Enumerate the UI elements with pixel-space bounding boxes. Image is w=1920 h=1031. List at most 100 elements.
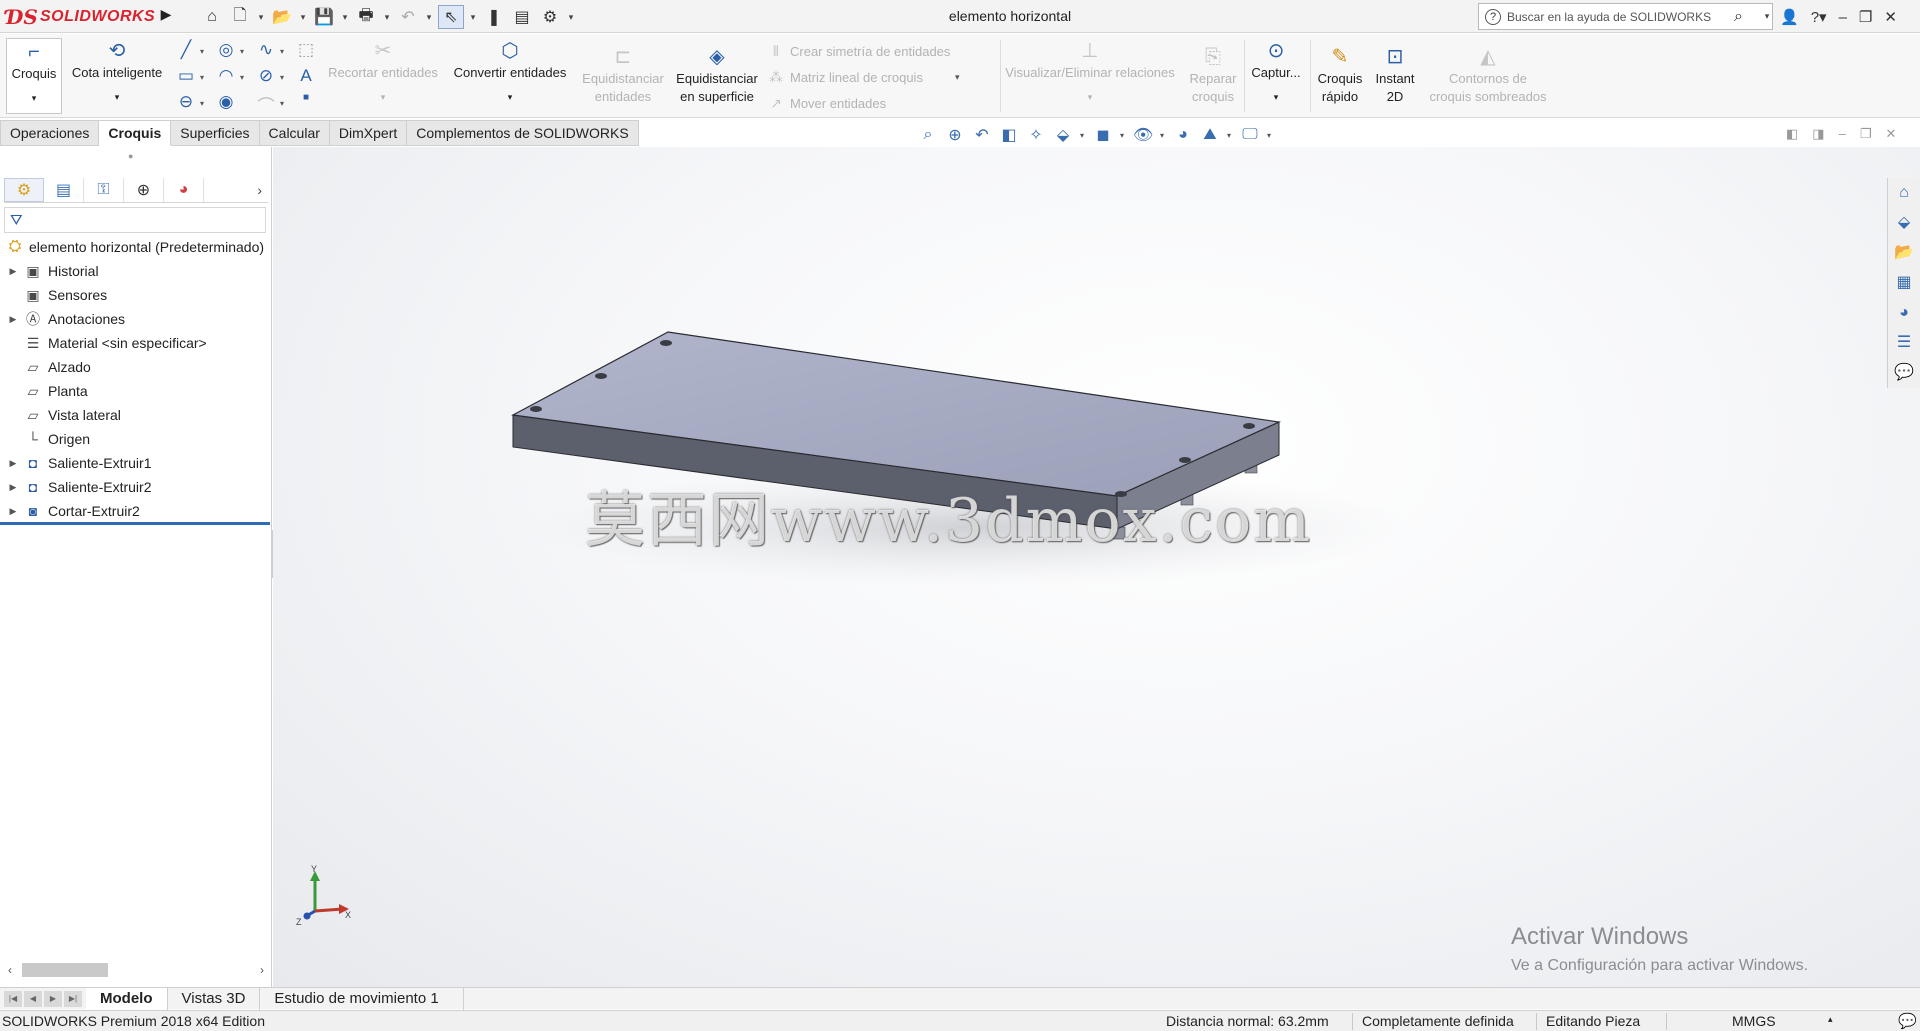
- units-selector[interactable]: MMGS: [1732, 1013, 1776, 1029]
- ellipse-icon[interactable]: ◉: [216, 92, 236, 114]
- previous-view-icon[interactable]: ↶: [972, 125, 992, 145]
- user-account-icon[interactable]: 👤: [1780, 8, 1799, 26]
- open-folder-icon[interactable]: 📂: [270, 5, 294, 29]
- croquis-button[interactable]: ⌐ Croquis ▾: [6, 38, 62, 114]
- scene-dropdown-icon[interactable]: ▾: [1227, 131, 1233, 140]
- repair-sketch-button[interactable]: ⎘ Reparar croquis: [1180, 44, 1246, 106]
- print-dropdown-icon[interactable]: ▾: [382, 12, 392, 23]
- more-tabs-chevron-icon[interactable]: ›: [257, 182, 268, 198]
- save-dropdown-icon[interactable]: ▾: [340, 12, 350, 23]
- fillet-dropdown-icon[interactable]: ▾: [280, 99, 284, 108]
- arc-dropdown-icon[interactable]: ▾: [240, 73, 244, 82]
- capture-button[interactable]: ⊙ Captur... ▾: [1248, 38, 1304, 106]
- tab-modelo[interactable]: Modelo: [86, 987, 168, 1010]
- tree-item-vista-lateral[interactable]: ▱ Vista lateral: [0, 403, 272, 427]
- tree-item-saliente-extruir1[interactable]: ▶ ◘ Saliente-Extruir1: [0, 451, 272, 475]
- view-palette-icon[interactable]: ▦: [1893, 272, 1915, 294]
- tree-item-alzado[interactable]: ▱ Alzado: [0, 355, 272, 379]
- horizontal-scrollbar[interactable]: ‹ ›: [0, 960, 272, 980]
- point-icon[interactable]: ■: [296, 92, 316, 114]
- section-view-icon[interactable]: ◧: [999, 125, 1019, 145]
- text-icon[interactable]: A: [296, 66, 316, 88]
- tree-item-origen[interactable]: └ Origen: [0, 427, 272, 451]
- tab-estudio-movimiento[interactable]: Estudio de movimiento 1: [260, 987, 465, 1010]
- line-dropdown-icon[interactable]: ▾: [200, 47, 204, 56]
- rebuild-traffic-light-icon[interactable]: ❚: [482, 5, 506, 29]
- polygon-dropdown-icon[interactable]: ▾: [280, 73, 284, 82]
- rollback-bar[interactable]: [0, 522, 270, 525]
- view-settings-monitor-icon[interactable]: 🖵: [1240, 126, 1260, 144]
- scroll-thumb[interactable]: [22, 963, 108, 977]
- instant-2d-button[interactable]: ⊡ Instant 2D: [1370, 44, 1420, 106]
- linear-pattern-button[interactable]: ⁂ Matriz lineal de croquis ▾: [768, 69, 959, 86]
- expand-arrow-icon[interactable]: ▶: [8, 506, 18, 517]
- viewport-restore-icon[interactable]: ❐: [1860, 126, 1872, 142]
- display-relations-button[interactable]: ⊥ Visualizar/Eliminar relaciones ▾: [1004, 38, 1176, 106]
- rectangle-icon[interactable]: ▭: [176, 66, 196, 88]
- file-properties-icon[interactable]: ▤: [510, 5, 534, 29]
- arc-icon[interactable]: ◠: [216, 66, 236, 88]
- rectangle-dropdown-icon[interactable]: ▾: [200, 73, 204, 82]
- undo-icon[interactable]: ↶: [396, 5, 420, 29]
- pattern-dropdown-icon[interactable]: ▾: [955, 72, 960, 83]
- display-style-dropdown-icon[interactable]: ▾: [1120, 131, 1126, 140]
- offset-entities-button[interactable]: ⊏ Equidistanciar entidades: [578, 44, 668, 106]
- display-style-icon[interactable]: ◼: [1093, 125, 1113, 145]
- tree-item-cortar-extruir2[interactable]: ▶ ◙ Cortar-Extruir2: [0, 499, 272, 523]
- graphics-area[interactable]: 莫西网www.3dmox.com Y X Z Activar Windows V…: [273, 147, 1920, 987]
- slot-icon[interactable]: ⊖: [176, 92, 196, 114]
- tree-item-material[interactable]: ☰ Material <sin especificar>: [0, 331, 272, 355]
- tree-item-planta[interactable]: ▱ Planta: [0, 379, 272, 403]
- tree-item-saliente-extruir2[interactable]: ▶ ◘ Saliente-Extruir2: [0, 475, 272, 499]
- smart-dimension-button[interactable]: ⟲ Cota inteligente ▾: [66, 38, 168, 106]
- restore-icon[interactable]: ❐: [1859, 8, 1872, 26]
- viewport-minimize-icon[interactable]: –: [1839, 126, 1846, 142]
- capture-dropdown-icon[interactable]: ▾: [1274, 88, 1279, 106]
- prev-tab-icon[interactable]: ◀: [24, 990, 42, 1007]
- solidworks-resources-home-icon[interactable]: ⌂: [1893, 182, 1915, 204]
- undo-dropdown-icon[interactable]: ▾: [424, 12, 434, 23]
- spline-icon[interactable]: ∿: [256, 40, 276, 62]
- circle-icon[interactable]: ◎: [216, 40, 236, 62]
- zoom-to-fit-icon[interactable]: ⌕: [918, 126, 938, 144]
- next-tab-icon[interactable]: ▶: [44, 990, 62, 1007]
- search-dropdown-icon[interactable]: ▾: [1762, 11, 1772, 22]
- scroll-right-icon[interactable]: ›: [252, 963, 272, 977]
- file-explorer-icon[interactable]: 📂: [1893, 242, 1915, 264]
- mirror-entities-button[interactable]: ⫴ Crear simetría de entidades: [768, 43, 950, 60]
- tree-item-anotaciones[interactable]: ▶ Ⓐ Anotaciones: [0, 307, 272, 331]
- configuration-manager-tab-icon[interactable]: ⚿: [84, 178, 124, 202]
- new-document-icon[interactable]: 🗋: [228, 5, 252, 29]
- tab-vistas-3d[interactable]: Vistas 3D: [168, 987, 261, 1010]
- slot-dropdown-icon[interactable]: ▾: [200, 99, 204, 108]
- tab-dimxpert[interactable]: DimXpert: [329, 120, 408, 146]
- last-tab-icon[interactable]: ▶|: [64, 990, 82, 1007]
- expand-arrow-icon[interactable]: ▶: [8, 266, 18, 277]
- forum-icon[interactable]: 💬: [1893, 362, 1915, 384]
- convert-entities-button[interactable]: ⬡ Convertir entidades ▾: [448, 38, 572, 106]
- view-orientation-dropdown-icon[interactable]: ▾: [1080, 131, 1086, 140]
- spline-dropdown-icon[interactable]: ▾: [280, 47, 284, 56]
- view-orientation-icon[interactable]: ⬙: [1053, 125, 1073, 145]
- tab-operaciones[interactable]: Operaciones: [0, 120, 100, 146]
- feature-tree-tab-icon[interactable]: ⚙: [4, 178, 44, 202]
- home-icon[interactable]: ⌂: [200, 5, 224, 29]
- apply-scene-icon[interactable]: ⛰: [1200, 126, 1220, 144]
- search-input[interactable]: Buscar en la ayuda de SOLIDWORKS: [1507, 10, 1728, 24]
- help-icon[interactable]: ?▾: [1811, 8, 1827, 26]
- print-icon[interactable]: 🖶: [354, 5, 378, 29]
- select-dropdown-icon[interactable]: ▾: [468, 12, 478, 23]
- hide-show-items-icon[interactable]: 👁: [1133, 125, 1153, 145]
- expand-arrow-icon[interactable]: ▶: [8, 314, 18, 325]
- new-dropdown-icon[interactable]: ▾: [256, 12, 266, 23]
- trim-entities-button[interactable]: ✂ Recortar entidades ▾: [324, 38, 442, 106]
- move-entities-button[interactable]: ↗ Mover entidades: [768, 95, 886, 112]
- tab-complementos[interactable]: Complementos de SOLIDWORKS: [407, 120, 639, 146]
- options-dropdown-icon[interactable]: ▾: [566, 12, 576, 23]
- croquis-dropdown-icon[interactable]: ▾: [32, 89, 37, 107]
- fillet-icon[interactable]: ⌒: [256, 92, 276, 116]
- design-library-icon[interactable]: ⬙: [1893, 212, 1915, 234]
- expand-arrow-icon[interactable]: ▶: [8, 482, 18, 493]
- select-pointer-icon[interactable]: ⇖: [438, 5, 464, 29]
- viewport-tile-left-icon[interactable]: ◧: [1786, 126, 1798, 142]
